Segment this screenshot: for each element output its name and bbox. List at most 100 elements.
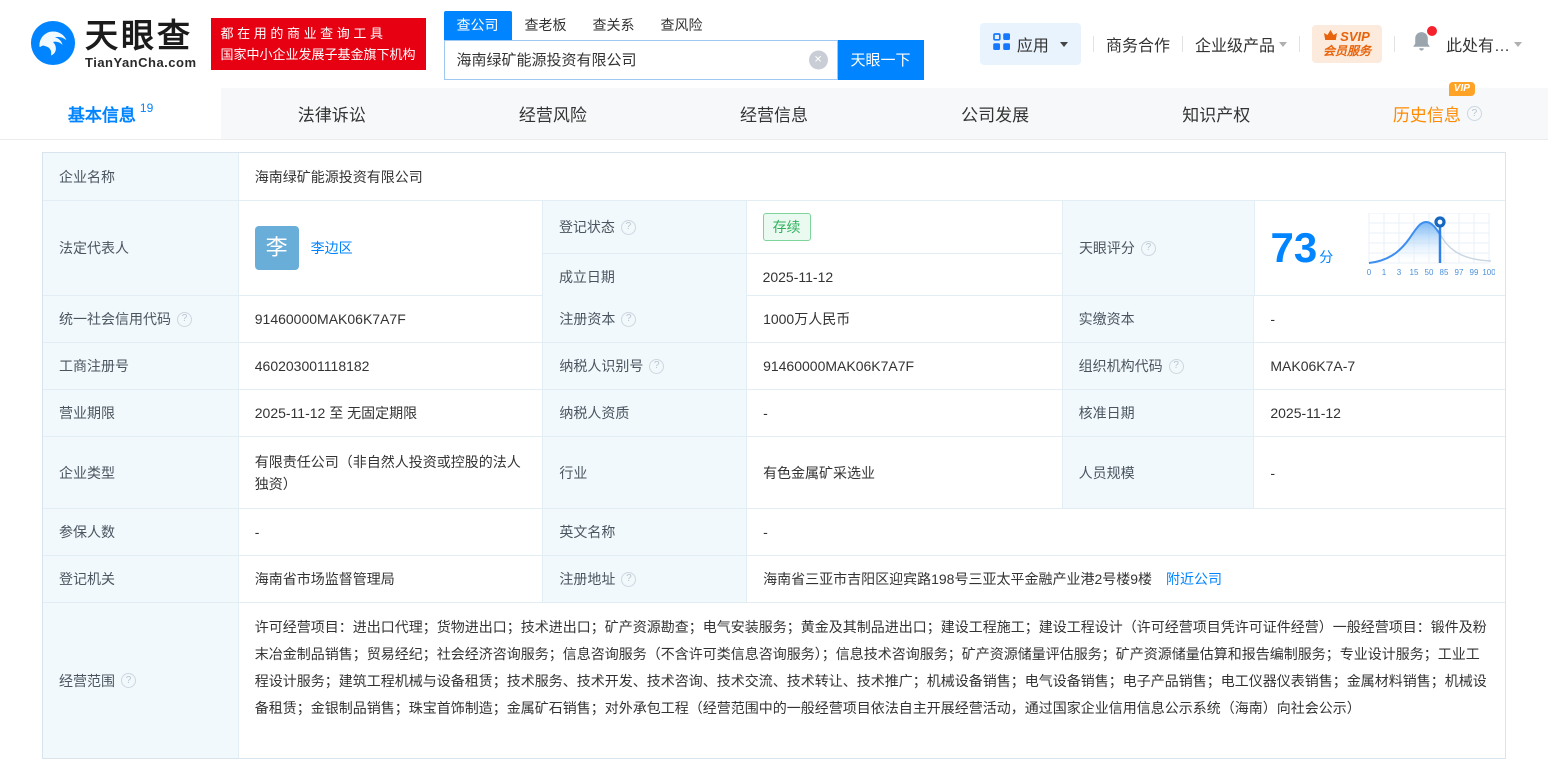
status-badge: 存续 — [762, 213, 811, 241]
row-insured-count: 参保人数 - 英文名称 - — [43, 509, 1505, 556]
reg-address-label: 注册地址 — [543, 556, 748, 602]
enterprise-products-menu[interactable]: 企业级产品 — [1195, 32, 1287, 56]
company-type-label: 企业类型 — [43, 437, 239, 508]
business-scope-label: 经营范围 — [43, 603, 239, 758]
reg-status-label-text: 登记状态 — [558, 219, 615, 235]
search-tab-relation[interactable]: 查关系 — [580, 11, 648, 40]
approval-date-value: 2025-11-12 — [1270, 405, 1341, 421]
credit-code-label: 统一社会信用代码 — [43, 296, 239, 342]
score-value-cell[interactable]: 73 分 0 1 3 15 50 85 97 99 100 — [1255, 201, 1505, 295]
brand-name: 天眼查 — [85, 17, 193, 54]
svg-text:0: 0 — [1367, 268, 1372, 277]
legal-rep-value: 李 李边区 — [239, 201, 543, 295]
legal-rep-link[interactable]: 李边区 — [311, 237, 353, 259]
help-icon[interactable] — [177, 311, 192, 327]
business-coop-link[interactable]: 商务合作 — [1106, 32, 1170, 56]
divider — [1298, 36, 1300, 52]
help-icon[interactable] — [1168, 358, 1184, 374]
svg-text:99: 99 — [1470, 268, 1479, 277]
search-button[interactable]: 天眼一下 — [837, 39, 924, 80]
tab-business-info-label: 经营信息 — [739, 106, 808, 125]
tianyancha-logo[interactable]: 天眼查 TianYanCha.com — [30, 19, 197, 69]
paid-capital-label: 实缴资本 — [1062, 296, 1255, 342]
reg-capital-label-text: 注册资本 — [559, 311, 616, 327]
user-account-label: 此处有… — [1445, 38, 1510, 55]
svg-text:15: 15 — [1410, 268, 1419, 277]
business-scope-value: 许可经营项目：进出口代理；货物进出口；技术进出口；矿产资源勘查；电气安装服务；黄… — [254, 619, 1487, 716]
row-company-type: 企业类型 有限责任公司（非自然人投资或控股的法人独资） 行业 有色金属矿采选业 … — [43, 437, 1505, 509]
row-business-scope: 经营范围 许可经营项目：进出口代理；货物进出口；技术进出口；矿产资源勘查；电气安… — [43, 603, 1505, 758]
help-icon[interactable] — [121, 673, 136, 688]
credit-code-label-text: 统一社会信用代码 — [59, 311, 171, 327]
row-reg-status: 登记状态 存续 — [542, 201, 1062, 254]
legal-rep-avatar[interactable]: 李 — [254, 226, 299, 270]
reg-authority-value: 海南省市场监督管理局 — [239, 556, 544, 602]
search-area: 查公司 查老板 查关系 查风险 天眼一下 — [443, 10, 924, 80]
divider — [1092, 36, 1094, 52]
tab-company-development-label: 公司发展 — [961, 106, 1030, 125]
tab-operating-risk[interactable]: 经营风险 — [442, 88, 663, 139]
nearby-companies-link[interactable]: 附近公司 — [1166, 568, 1222, 590]
reg-number-label: 工商注册号 — [43, 343, 239, 389]
help-icon[interactable] — [1466, 106, 1482, 121]
english-name-value: - — [763, 524, 768, 540]
search-tab-boss[interactable]: 查老板 — [512, 11, 580, 40]
company-name-value: 海南绿矿能源投资有限公司 — [254, 168, 423, 185]
reg-number-value: 460203001118182 — [239, 343, 544, 389]
search-tab-company[interactable]: 查公司 — [443, 10, 512, 40]
approval-date-label: 核准日期 — [1062, 390, 1255, 436]
row-reg-number: 工商注册号 460203001118182 纳税人识别号 91460000MAK… — [43, 343, 1505, 390]
score-unit: 分 — [1319, 249, 1334, 265]
row-reg-authority: 登记机关 海南省市场监督管理局 注册地址 海南省三亚市吉阳区迎宾路198号三亚太… — [43, 556, 1505, 603]
establish-date-label: 成立日期 — [542, 254, 747, 300]
help-icon[interactable] — [621, 571, 637, 587]
help-icon[interactable] — [649, 358, 665, 374]
help-icon[interactable] — [621, 311, 637, 327]
paid-capital-value: - — [1270, 311, 1276, 327]
org-code-label-text: 组织机构代码 — [1078, 358, 1163, 374]
business-scope-label-text: 经营范围 — [59, 672, 115, 689]
svip-membership-button[interactable]: SVIP 会员服务 — [1311, 25, 1382, 63]
org-code-value: MAK06K7A-7 — [1270, 358, 1356, 374]
svg-text:50: 50 — [1425, 268, 1434, 277]
notifications-button[interactable] — [1411, 26, 1437, 58]
user-account-menu[interactable]: 此处有… — [1446, 32, 1522, 56]
industry-label: 行业 — [543, 437, 748, 508]
tab-basic-info[interactable]: 基本信息 19 — [0, 88, 222, 139]
svg-text:100: 100 — [1482, 268, 1495, 277]
tab-intellectual-property[interactable]: 知识产权 — [1106, 88, 1327, 139]
apps-label: 应用 — [1016, 38, 1049, 55]
taxpayer-quality-value: - — [747, 390, 1063, 436]
taxpayer-quality-label: 纳税人资质 — [543, 390, 748, 436]
apps-menu-button[interactable]: 应用 — [979, 23, 1081, 65]
tianyancha-logo-icon — [30, 20, 76, 69]
insured-count-value: - — [239, 509, 544, 555]
english-name-label: 英文名称 — [543, 509, 748, 555]
score-label: 天眼评分 — [1062, 201, 1255, 295]
industry-value: 有色金属矿采选业 — [747, 437, 1063, 508]
search-tab-risk[interactable]: 查风险 — [648, 11, 716, 40]
reg-address-text: 海南省三亚市吉阳区迎宾路198号三亚太平金融产业港2号楼9楼 — [763, 571, 1153, 587]
enterprise-products-label: 企业级产品 — [1194, 38, 1275, 55]
tab-company-development[interactable]: 公司发展 — [885, 88, 1106, 139]
business-term-value: 2025-11-12 至 无固定期限 — [239, 390, 544, 436]
help-icon[interactable] — [1140, 240, 1156, 256]
help-icon[interactable] — [620, 219, 636, 235]
tab-business-info[interactable]: 经营信息 — [663, 88, 884, 139]
insured-count-label: 参保人数 — [43, 509, 239, 555]
tab-history-info[interactable]: 历史信息 VIP — [1327, 82, 1548, 139]
search-input[interactable] — [443, 39, 838, 80]
header-right: 应用 商务合作 企业级产品 SVIP 会员服务 此处有… — [979, 23, 1522, 65]
tab-intellectual-property-label: 知识产权 — [1182, 106, 1251, 125]
clear-search-icon[interactable] — [808, 50, 828, 69]
section-tabs: 基本信息 19 法律诉讼 经营风险 经营信息 公司发展 知识产权 历史信息 VI… — [0, 82, 1548, 140]
status-date-stack: 登记状态 存续 成立日期 2025-11-12 — [542, 201, 1063, 300]
staff-size-value: - — [1270, 464, 1276, 481]
reg-status-value: 存续 — [747, 201, 1062, 253]
svip-label: SVIP — [1340, 29, 1370, 44]
row-company-name: 企业名称 海南绿矿能源投资有限公司 — [43, 153, 1505, 201]
reg-status-label: 登记状态 — [542, 201, 747, 253]
tab-legal-proceedings[interactable]: 法律诉讼 — [221, 88, 442, 139]
crown-icon — [1324, 29, 1338, 44]
chevron-down-icon — [1278, 41, 1287, 47]
